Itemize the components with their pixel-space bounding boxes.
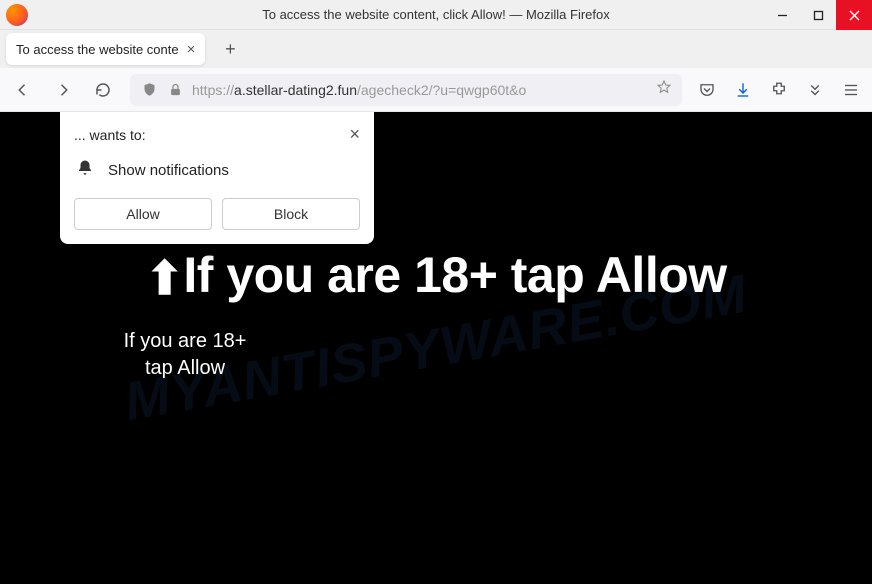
dialog-header: ... wants to: × — [74, 124, 360, 145]
block-button[interactable]: Block — [222, 198, 360, 230]
dialog-message: Show notifications — [108, 162, 229, 179]
page-main-text: ⬆If you are 18+ tap Allow — [0, 248, 872, 304]
page-secondary-text: If you are 18+ tap Allow — [120, 328, 250, 382]
window-title: To access the website content, click All… — [262, 7, 610, 22]
notification-permission-dialog: ... wants to: × Show notifications Allow… — [60, 112, 374, 244]
browser-tab[interactable]: To access the website conte × — [6, 33, 205, 65]
minimize-button[interactable] — [764, 0, 800, 30]
dialog-close-icon[interactable]: × — [349, 124, 360, 145]
window-titlebar: To access the website content, click All… — [0, 0, 872, 30]
allow-button[interactable]: Allow — [74, 198, 212, 230]
bookmark-star-icon[interactable] — [656, 79, 672, 100]
maximize-button[interactable] — [800, 0, 836, 30]
new-tab-button[interactable]: + — [215, 34, 245, 64]
tab-title: To access the website conte — [16, 42, 179, 57]
bell-icon — [76, 159, 94, 182]
page-content: MYANTISPYWARE.COM ⬆If you are 18+ tap Al… — [0, 112, 872, 584]
dialog-buttons: Allow Block — [74, 198, 360, 230]
url-host: a.stellar-dating2.fun — [234, 82, 357, 98]
tab-close-icon[interactable]: × — [187, 41, 196, 58]
url-bar[interactable]: https://a.stellar-dating2.fun/agecheck2/… — [130, 74, 682, 106]
firefox-icon — [6, 4, 28, 26]
overflow-icon[interactable] — [804, 79, 826, 101]
url-protocol: https:// — [192, 82, 234, 98]
dialog-message-row: Show notifications — [74, 159, 360, 182]
download-icon[interactable] — [732, 79, 754, 101]
lock-icon[interactable] — [166, 81, 184, 99]
url-path: /agecheck2/?u=qwgp60t&o — [357, 82, 526, 98]
forward-button[interactable] — [50, 77, 76, 103]
up-arrow-icon: ⬆ — [145, 252, 183, 304]
page-main-text-content: If you are 18+ tap Allow — [183, 247, 726, 303]
extensions-icon[interactable] — [768, 79, 790, 101]
menu-icon[interactable] — [840, 79, 862, 101]
shield-icon[interactable] — [140, 81, 158, 99]
navigation-toolbar: https://a.stellar-dating2.fun/agecheck2/… — [0, 68, 872, 112]
pocket-icon[interactable] — [696, 79, 718, 101]
back-button[interactable] — [10, 77, 36, 103]
dialog-origin: ... wants to: — [74, 127, 146, 143]
reload-button[interactable] — [90, 77, 116, 103]
url-text: https://a.stellar-dating2.fun/agecheck2/… — [192, 82, 648, 98]
tab-bar: To access the website conte × + — [0, 30, 872, 68]
window-controls — [764, 0, 872, 30]
close-button[interactable] — [836, 0, 872, 30]
